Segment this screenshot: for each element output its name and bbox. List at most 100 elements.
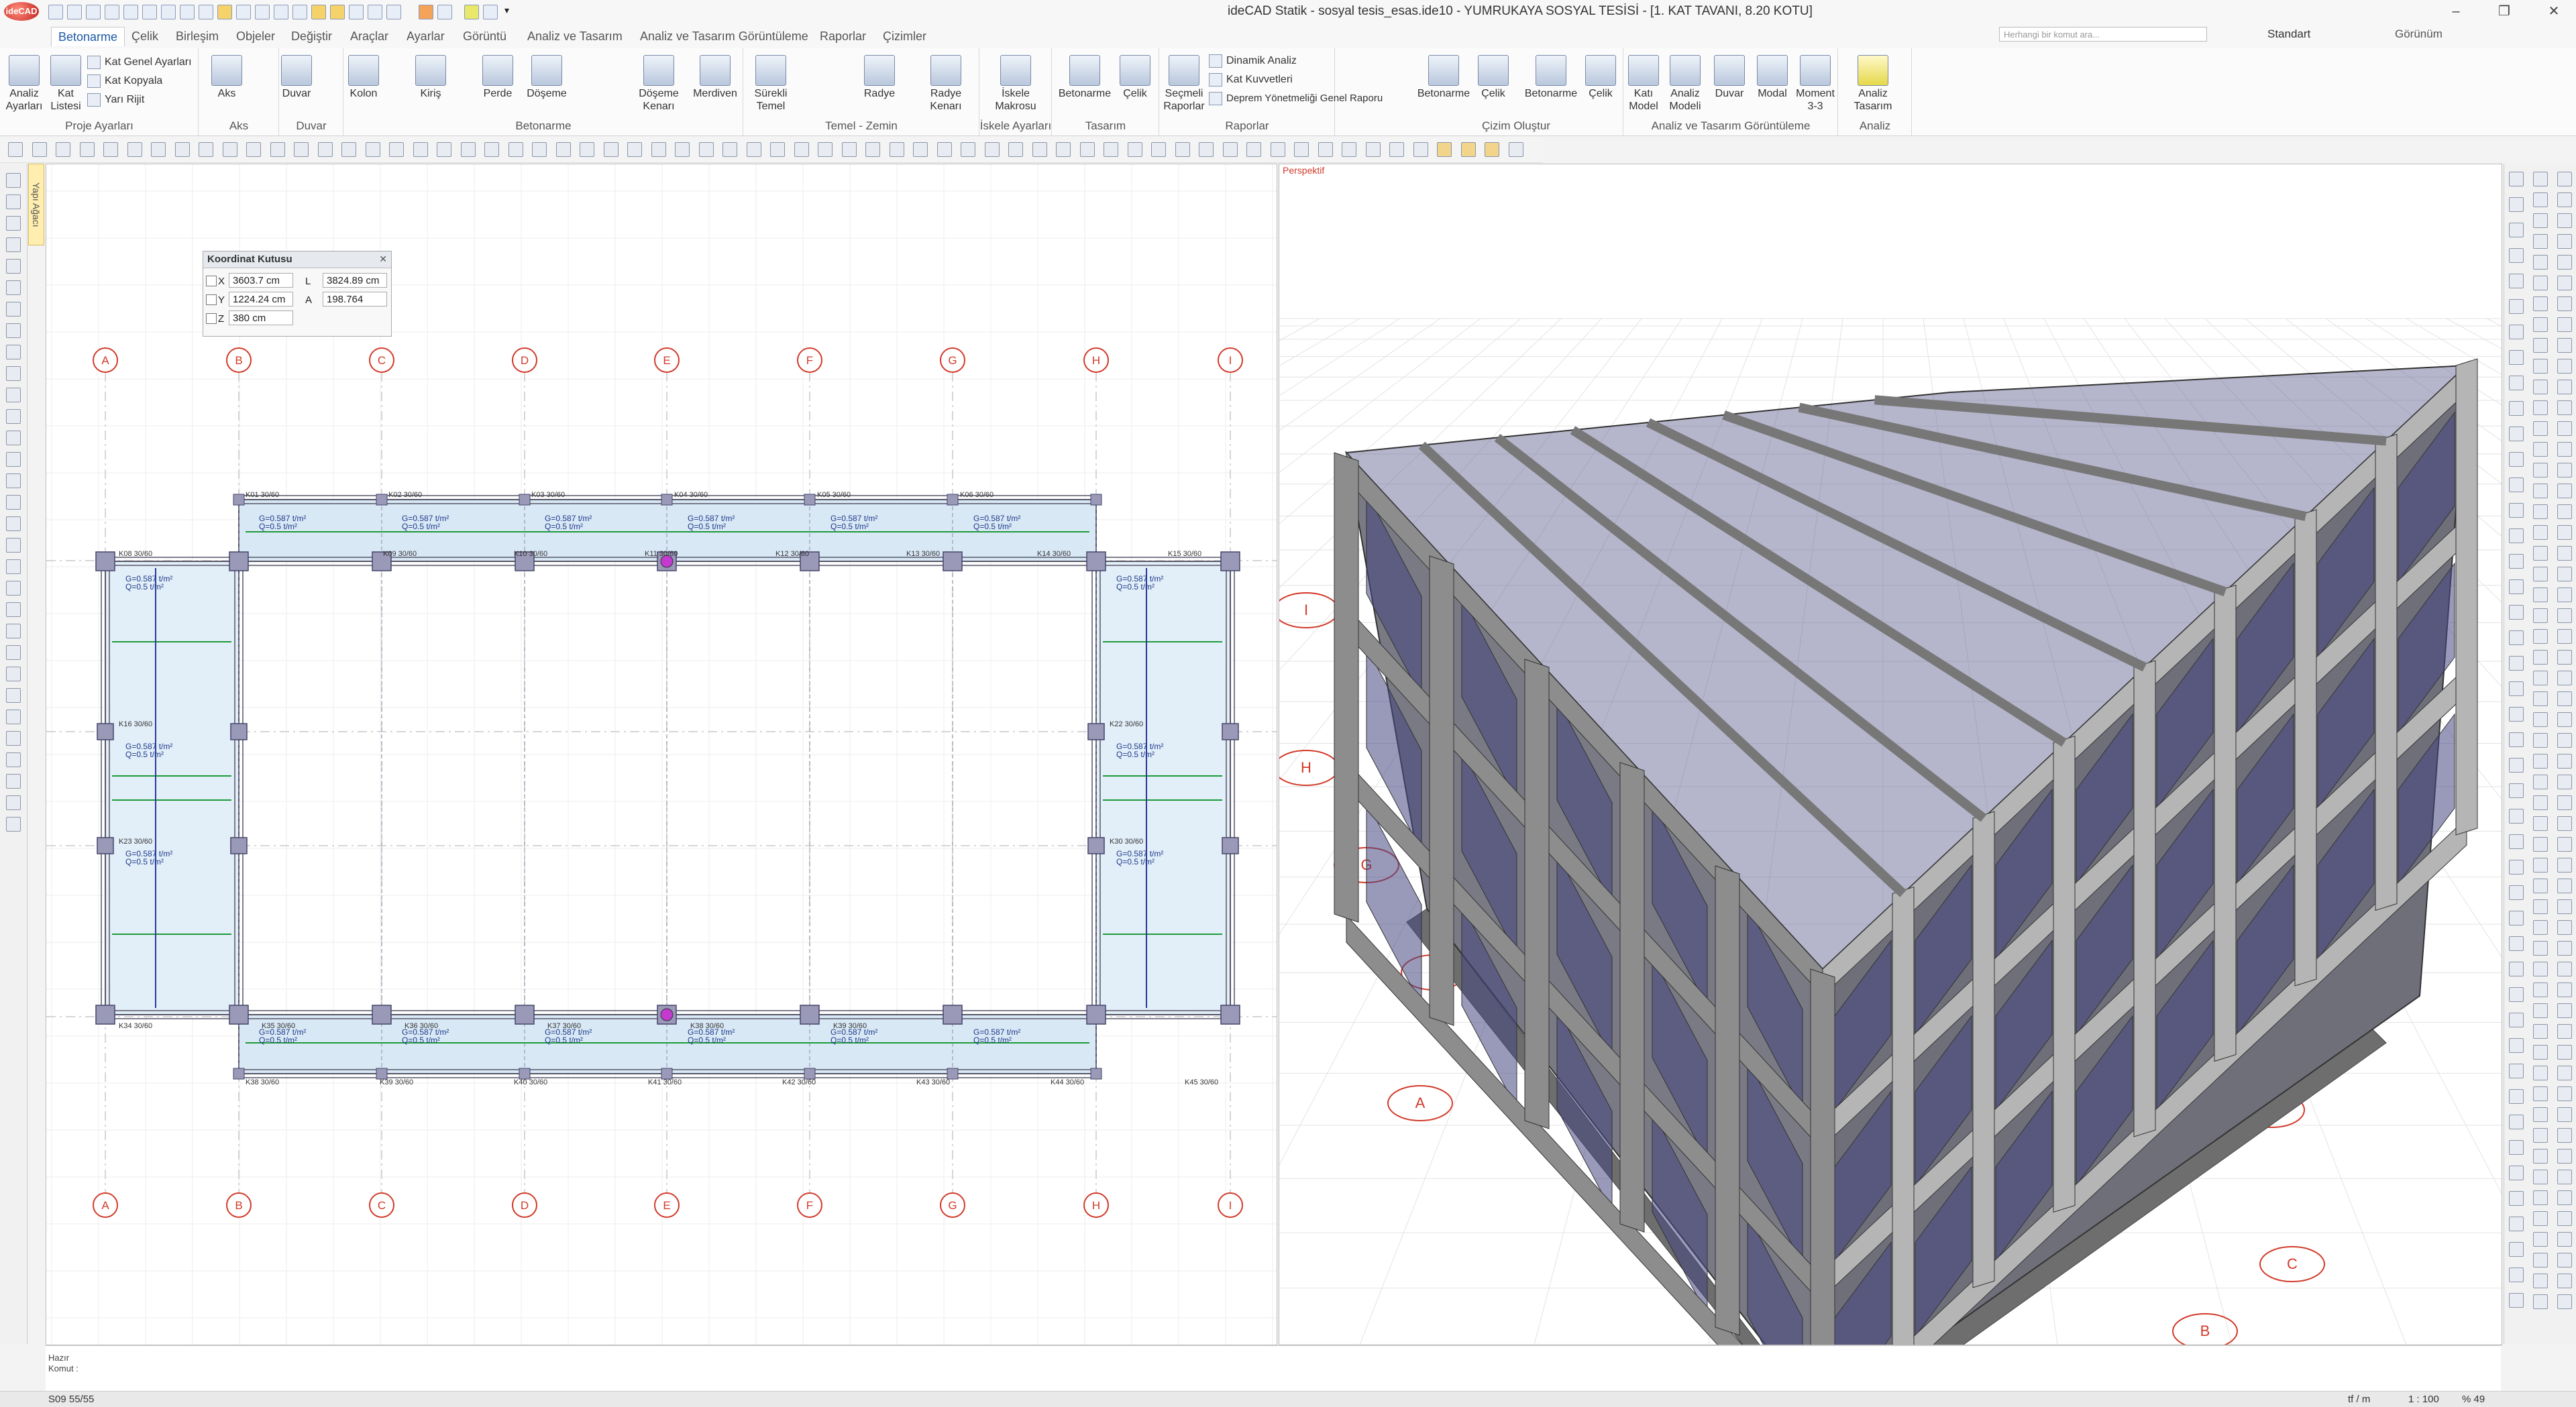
right-tool-icon[interactable] xyxy=(2557,712,2572,727)
right-tool-icon[interactable] xyxy=(2509,1191,2524,1206)
toolbar-tool-icon[interactable] xyxy=(818,142,833,157)
left-tool-icon[interactable] xyxy=(6,752,21,767)
beam-button[interactable]: Kiriş xyxy=(411,51,451,118)
column[interactable] xyxy=(376,1068,388,1080)
toolbar-tool-icon[interactable] xyxy=(460,142,476,157)
right-tool-icon[interactable] xyxy=(2557,1274,2572,1288)
right-tool-icon[interactable] xyxy=(2557,234,2572,249)
toolbar-tool-icon[interactable] xyxy=(603,142,619,157)
toolbar-tool-icon[interactable] xyxy=(317,142,333,157)
right-tool-icon[interactable] xyxy=(2533,608,2548,623)
beam-label[interactable]: K44 30/60 xyxy=(1051,1078,1084,1086)
right-tool-icon[interactable] xyxy=(2533,775,2548,789)
left-tool-icon[interactable] xyxy=(6,237,21,252)
right-tool-icon[interactable] xyxy=(2557,837,2572,852)
right-tool-icon[interactable] xyxy=(2509,1166,2524,1180)
right-tool-icon[interactable] xyxy=(2509,987,2524,1002)
toolbar-tool-icon[interactable] xyxy=(508,142,523,157)
column[interactable] xyxy=(804,1068,816,1080)
left-tool-icon[interactable] xyxy=(6,366,21,381)
right-tool-icon[interactable] xyxy=(2557,1128,2572,1143)
left-tool-icon[interactable] xyxy=(6,688,21,703)
right-tool-icon[interactable] xyxy=(2533,192,2548,207)
toolbar-tool-icon[interactable] xyxy=(770,142,785,157)
right-tool-icon[interactable] xyxy=(2509,427,2524,441)
column-3d[interactable] xyxy=(2053,735,2076,1213)
highlight-icon[interactable] xyxy=(217,5,232,19)
print-icon[interactable] xyxy=(142,5,157,19)
right-tool-icon[interactable] xyxy=(2533,671,2548,685)
status-zoom[interactable]: % 49 xyxy=(2462,1394,2485,1405)
right-tool-icon[interactable] xyxy=(2557,775,2572,789)
analyze-design-button[interactable]: Analiz Tasarım xyxy=(1846,51,1900,118)
beam-label[interactable]: K39 30/60 xyxy=(380,1078,413,1086)
right-tool-icon[interactable] xyxy=(2557,484,2572,498)
window-select-icon[interactable] xyxy=(330,5,345,19)
right-tool-icon[interactable] xyxy=(2557,920,2572,935)
right-tool-icon[interactable] xyxy=(2557,525,2572,540)
right-tool-icon[interactable] xyxy=(2533,858,2548,873)
toolbar-tool-icon[interactable] xyxy=(1008,142,1023,157)
column[interactable] xyxy=(95,1005,115,1025)
tab-analiz-tasarim[interactable]: Analiz ve Tasarım xyxy=(521,27,629,46)
beam-label[interactable]: K13 30/60 xyxy=(906,550,940,558)
column[interactable] xyxy=(947,494,959,506)
right-tool-icon[interactable] xyxy=(2509,885,2524,900)
right-tool-icon[interactable] xyxy=(2509,299,2524,314)
design-concrete-button[interactable]: Betonarme xyxy=(1055,51,1115,118)
beam-label[interactable]: K08 30/60 xyxy=(119,550,152,558)
toolbar-tool-icon[interactable] xyxy=(365,142,380,157)
right-tool-icon[interactable] xyxy=(2509,1115,2524,1129)
toolbar-tool-icon[interactable] xyxy=(865,142,880,157)
toolbar-tool-icon[interactable] xyxy=(1199,142,1214,157)
toolbar-tool-icon[interactable] xyxy=(199,142,213,157)
slab-live-label[interactable]: Q=0.5 t/m² xyxy=(125,750,164,759)
toolbar-tool-icon[interactable] xyxy=(1365,142,1381,157)
new-file-icon[interactable] xyxy=(67,5,82,19)
tab-goruntu[interactable]: Görüntü xyxy=(456,27,513,46)
run-icon[interactable] xyxy=(419,5,433,19)
left-tool-icon[interactable] xyxy=(6,345,21,359)
left-tool-icon[interactable] xyxy=(6,280,21,295)
design-steel-button[interactable]: Çelik xyxy=(1115,51,1155,118)
style-select[interactable]: Standart xyxy=(2267,27,2402,42)
right-tool-icon[interactable] xyxy=(2509,197,2524,212)
semi-rigid-button[interactable]: Yarı Rijit xyxy=(87,91,144,109)
right-tool-icon[interactable] xyxy=(2533,733,2548,748)
column[interactable] xyxy=(1220,1005,1240,1025)
snap-icon[interactable] xyxy=(236,5,251,19)
right-tool-icon[interactable] xyxy=(2533,1253,2548,1268)
beam-label[interactable]: K02 30/60 xyxy=(388,491,422,499)
slab-live-label[interactable]: Q=0.5 t/m² xyxy=(259,522,297,531)
column-3d[interactable] xyxy=(2375,433,2398,911)
column[interactable] xyxy=(519,1068,531,1080)
toolbar-tool-icon[interactable] xyxy=(32,142,47,157)
right-tool-icon[interactable] xyxy=(2557,546,2572,561)
toolbar-tool-icon[interactable] xyxy=(1485,142,1499,157)
strip-foundation-button[interactable]: Sürekli Temel xyxy=(749,51,793,118)
right-tool-icon[interactable] xyxy=(2533,213,2548,228)
toolbar-tool-icon[interactable] xyxy=(294,142,309,157)
toolbar-tool-icon[interactable] xyxy=(1104,142,1118,157)
column-3d[interactable] xyxy=(1524,659,1550,1129)
toolbar-tool-icon[interactable] xyxy=(889,142,904,157)
right-tool-icon[interactable] xyxy=(2533,442,2548,457)
right-tool-icon[interactable] xyxy=(2557,276,2572,290)
floor-general-settings-button[interactable]: Kat Genel Ayarları xyxy=(87,54,192,71)
open-file-icon[interactable] xyxy=(86,5,101,19)
beam-label[interactable]: K34 30/60 xyxy=(119,1022,152,1030)
right-tool-icon[interactable] xyxy=(2557,608,2572,623)
toolbar-tool-icon[interactable] xyxy=(722,142,737,157)
toolbar-tool-icon[interactable] xyxy=(1270,142,1285,157)
save-icon[interactable] xyxy=(105,5,119,19)
column[interactable] xyxy=(943,551,963,571)
right-tool-icon[interactable] xyxy=(2557,1066,2572,1080)
right-tool-icon[interactable] xyxy=(2533,504,2548,519)
command-prompt[interactable]: Komut : xyxy=(48,1363,78,1373)
beam-label[interactable]: K16 30/60 xyxy=(119,720,152,728)
right-tool-icon[interactable] xyxy=(2509,350,2524,365)
right-tool-icon[interactable] xyxy=(2509,223,2524,237)
status-scale[interactable]: 1 : 100 xyxy=(2408,1394,2439,1405)
column-3d[interactable] xyxy=(2133,660,2156,1137)
drawing-concrete-button[interactable]: Betonarme xyxy=(1519,51,1583,118)
